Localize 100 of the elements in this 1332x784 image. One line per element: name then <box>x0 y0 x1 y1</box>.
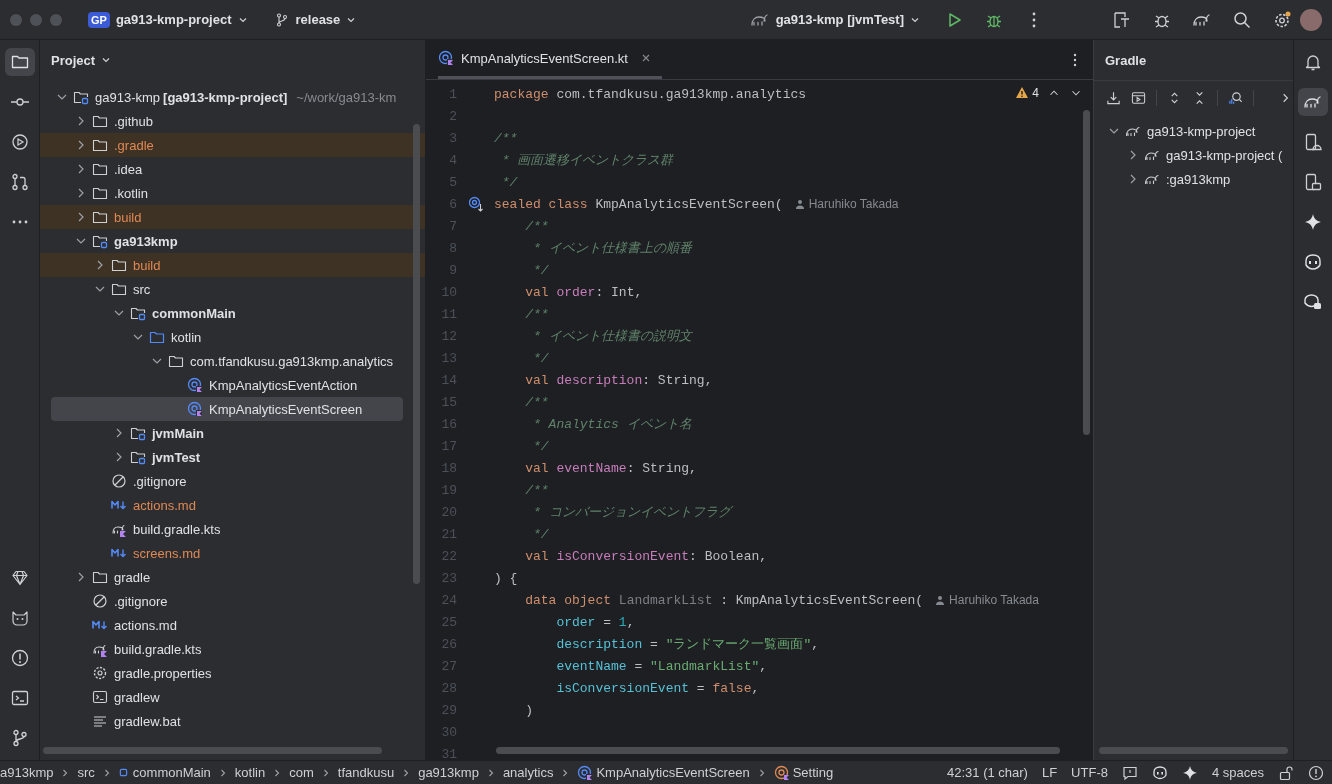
breadcrumb[interactable]: src <box>77 765 95 780</box>
person-icon <box>935 595 946 605</box>
file-encoding[interactable]: UTF-8 <box>1071 765 1108 780</box>
terminal-icon[interactable] <box>9 688 30 708</box>
tree-row[interactable]: src <box>40 277 425 301</box>
implemented-icon[interactable] <box>467 196 484 212</box>
breadcrumb[interactable]: Setting <box>773 764 834 781</box>
scrollbar[interactable] <box>43 747 382 754</box>
tree-row[interactable]: commonMain <box>40 301 425 325</box>
tree-row[interactable]: .gradle <box>40 133 425 157</box>
code-line: data object LandmarkList : KmpAnalyticsEventScreen( <box>524 592 924 608</box>
code-line: val order: Int, <box>524 284 643 300</box>
author-hint[interactable]: Haruhiko Takada <box>808 197 899 211</box>
gem-icon[interactable] <box>9 568 30 588</box>
tree-row[interactable]: build.gradle.kts <box>40 517 425 541</box>
author-hint[interactable]: Haruhiko Takada <box>949 593 1039 607</box>
copilot-chat-icon[interactable] <box>1303 292 1323 312</box>
tree-row[interactable]: gradle <box>40 565 425 589</box>
code-line: val eventName: String, <box>524 460 697 476</box>
module-folder-icon <box>130 305 146 321</box>
tree-row[interactable]: kotlin <box>40 325 425 349</box>
breadcrumb[interactable]: ga913kmp <box>418 765 479 780</box>
comment-icon[interactable] <box>1121 764 1138 781</box>
search-icon[interactable] <box>1232 9 1252 30</box>
folder-icon <box>92 569 108 585</box>
tree-row[interactable]: .gitignore <box>40 589 425 613</box>
tree-row[interactable]: ga913kmp <box>40 229 425 253</box>
tree-row[interactable]: jvmMain <box>40 421 425 445</box>
tool-window-button[interactable] <box>4 48 35 76</box>
breadcrumb[interactable]: KmpAnalyticsEventScreen <box>577 764 750 781</box>
breadcrumb[interactable]: analytics <box>502 765 554 780</box>
person-icon <box>794 199 805 209</box>
warning-count[interactable]: 4 <box>1015 86 1039 100</box>
copilot-icon[interactable] <box>1303 252 1323 272</box>
code-line: package com.tfandkusu.ga913kmp.analytics <box>494 86 807 102</box>
module-icon <box>118 768 128 777</box>
panel-title: Project <box>51 52 96 68</box>
editor-tab[interactable]: KmpAnalyticsEventScreen.kt <box>438 40 662 79</box>
breadcrumb[interactable]: commonMain <box>118 765 211 780</box>
tree-row[interactable]: build <box>40 253 425 277</box>
avatar[interactable] <box>1300 8 1322 31</box>
project-name: [ga913-kmp-project] <box>163 89 288 105</box>
tree-row[interactable]: .github <box>40 109 425 133</box>
scrollbar[interactable] <box>1099 747 1288 754</box>
tree-row[interactable]: actions.md <box>40 613 425 637</box>
tree-row[interactable]: actions.md <box>40 493 425 517</box>
tree-row[interactable]: KmpAnalyticsEventScreen <box>51 397 403 421</box>
copilot-icon[interactable] <box>1151 764 1168 781</box>
code-line: */ <box>532 262 549 278</box>
code-line: description = "ランドマーク一覧画面", <box>555 636 820 653</box>
tree-row[interactable]: com.tfandkusu.ga913kmp.analytics <box>40 349 425 373</box>
scrollbar[interactable] <box>496 747 1060 754</box>
line-separator[interactable]: LF <box>1041 765 1058 780</box>
indent-setting[interactable]: 4 spaces <box>1211 765 1264 780</box>
project-selector[interactable]: GP ga913-kmp-project <box>82 7 254 32</box>
breadcrumb[interactable]: tfandkusu <box>337 765 395 780</box>
alert-icon[interactable] <box>1308 764 1324 781</box>
unlock-icon[interactable] <box>1278 764 1294 781</box>
pull-requests-icon[interactable] <box>9 172 30 192</box>
tree-row[interactable]: :ga913kmp <box>1094 167 1293 191</box>
problems-icon[interactable] <box>9 648 30 668</box>
settings-icon[interactable] <box>1272 9 1292 30</box>
code-line: ) <box>524 702 533 718</box>
tree-row[interactable]: gradle.properties <box>40 661 425 685</box>
code-line: /** <box>524 306 549 322</box>
tool-window-button[interactable] <box>1298 88 1328 116</box>
code-line: sealed class KmpAnalyticsEventScreen( <box>494 196 783 212</box>
analyze-icon[interactable] <box>1228 90 1244 106</box>
tree-row[interactable]: build <box>40 205 425 229</box>
branch-selector[interactable]: release <box>267 7 363 32</box>
file-name: .idea <box>114 161 143 177</box>
services-icon[interactable] <box>9 132 30 152</box>
tree-row[interactable]: screens.md <box>40 541 425 565</box>
breadcrumb[interactable]: a913kmp <box>0 765 54 780</box>
breadcrumb[interactable]: com <box>289 765 314 780</box>
breadcrumb[interactable]: kotlin <box>234 765 266 780</box>
run-configuration-selector[interactable]: ga913-kmp [jvmTest] <box>743 5 926 34</box>
tree-row[interactable]: ga913-kmp-project <box>1094 119 1293 143</box>
device-icon[interactable] <box>1303 132 1323 152</box>
module-folder-icon <box>92 233 108 249</box>
caret-position[interactable]: 42:31 (1 char) <box>947 765 1028 780</box>
run-task-icon[interactable] <box>1131 90 1147 106</box>
file-name: build <box>114 209 142 225</box>
tree-row[interactable]: build.gradle.kts <box>40 637 425 661</box>
tree-row[interactable]: ga913-kmp-project ( <box>1094 143 1293 167</box>
scrollbar[interactable] <box>413 124 420 584</box>
tree-row[interactable]: jvmTest <box>40 445 425 469</box>
tree-row[interactable]: gradlew <box>40 685 425 709</box>
device-icon[interactable] <box>1303 172 1323 192</box>
tree-row[interactable]: .kotlin <box>40 181 425 205</box>
code-line: * イベント仕様書の説明文 <box>532 328 692 345</box>
download-icon[interactable] <box>1106 90 1122 106</box>
tree-row[interactable]: KmpAnalyticsEventAction <box>40 373 425 397</box>
tree-row[interactable]: .idea <box>40 157 425 181</box>
tree-row[interactable]: .gitignore <box>40 469 425 493</box>
bell-icon[interactable] <box>1303 52 1323 72</box>
tree-row[interactable]: gradlew.bat <box>40 709 425 733</box>
file-name: KmpAnalyticsEventScreen <box>209 401 363 417</box>
scrollbar[interactable] <box>1083 110 1090 435</box>
tree-row[interactable]: ga913-kmp [ga913-kmp-project] ~/work/ga913-km <box>40 85 425 109</box>
